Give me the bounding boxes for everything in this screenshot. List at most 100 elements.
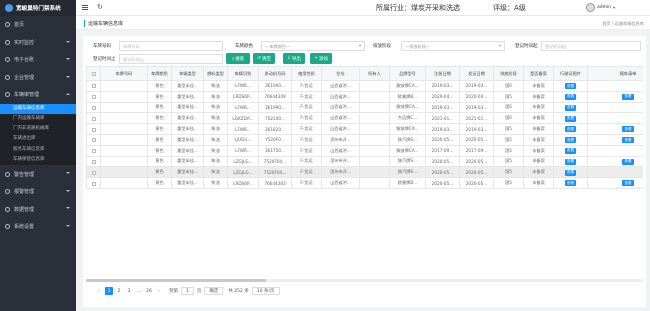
view-button[interactable]: 查看 bbox=[622, 180, 634, 187]
view-button[interactable]: 查看 bbox=[564, 126, 577, 133]
goto-unit: 页 bbox=[196, 289, 202, 294]
hamburger-icon[interactable] bbox=[82, 5, 88, 10]
row-checkbox-cell[interactable] bbox=[86, 144, 101, 157]
submenu-item[interactable]: 车辆保管信息库 bbox=[0, 155, 76, 165]
view-button[interactable]: 查看 bbox=[564, 137, 577, 144]
table-row[interactable]: 黄色 重型半挂... 柴油 LRDS6P... 76644349 F-货运 山西省洪... 欧… bbox=[86, 90, 643, 103]
checkbox[interactable] bbox=[91, 105, 96, 110]
submenu-item[interactable]: 厂内运输车辆库 bbox=[0, 114, 76, 124]
checkbox[interactable] bbox=[91, 95, 96, 100]
reg-end-input[interactable]: 登记时间止 bbox=[119, 53, 223, 64]
page-number-button[interactable]: 3 bbox=[125, 287, 133, 295]
checkbox[interactable] bbox=[91, 138, 96, 143]
export-button[interactable]: ⇩ 导出 bbox=[283, 53, 305, 64]
table-row[interactable]: 黄色 重型半挂... 柴油 LFWR... 361750... F-货运 山西省洪... 解放… bbox=[86, 144, 643, 157]
table-row[interactable]: 黄色 重型半挂... 柴油 LFWR... 361820... F-货运 山西省洪... 解放… bbox=[86, 123, 643, 135]
table-row[interactable]: 黄色 重型半挂... 柴油 LJUGU... Y520F0... F-货运 滨州市开... 陕… bbox=[86, 133, 643, 146]
row-checkbox-cell[interactable] bbox=[86, 177, 101, 189]
select-all-checkbox[interactable] bbox=[86, 66, 101, 81]
checkbox[interactable] bbox=[91, 159, 96, 164]
sidebar-item-5[interactable]: 警告管理 bbox=[0, 165, 76, 183]
submenu-item[interactable]: 车辆进出库 bbox=[0, 134, 76, 144]
page-number-button[interactable]: 1 bbox=[105, 287, 113, 295]
view-button[interactable]: 查看 bbox=[564, 93, 577, 100]
page-number-button[interactable]: ... bbox=[135, 287, 143, 295]
table-row[interactable]: 黄色 重型半挂... 柴油 LRDS6P... 76644383 F-货运 山西省洪... 欧… bbox=[86, 177, 643, 189]
truck-icon bbox=[5, 92, 10, 98]
cell-stage: 国5 bbox=[493, 101, 524, 114]
reg-start-input[interactable]: 登记时间起 bbox=[541, 40, 641, 51]
stage-select[interactable]: —排放阶段— bbox=[401, 40, 505, 51]
checkbox[interactable] bbox=[91, 127, 96, 132]
plate-input[interactable]: 车牌号码 bbox=[119, 40, 223, 51]
row-checkbox-cell[interactable] bbox=[86, 80, 101, 92]
view-button[interactable]: 查看 bbox=[622, 137, 634, 144]
scrollbar-thumb[interactable] bbox=[86, 279, 266, 282]
column-header: 注册日期 bbox=[425, 66, 460, 81]
sidebar-item-3[interactable]: 企业管理 bbox=[0, 69, 76, 87]
row-checkbox-cell[interactable] bbox=[86, 155, 101, 168]
cell-filed: 未备案 bbox=[523, 155, 554, 168]
table-row[interactable]: 黄色 重型半挂... 柴油 LFWR... 361940... F-货运 山西省洪... 解放… bbox=[86, 80, 643, 92]
checkbox[interactable] bbox=[91, 116, 96, 121]
view-button[interactable]: 查看 bbox=[622, 158, 634, 165]
settings-icon bbox=[5, 224, 10, 230]
cell-owner bbox=[359, 133, 390, 146]
sidebar-item-0[interactable]: 首页 bbox=[0, 16, 76, 34]
table-row[interactable]: 黄色 重型半挂... 柴油 LZGJLG... 7520F04... F-货运 滨州市开..… bbox=[86, 166, 643, 179]
view-button[interactable]: 查看 bbox=[622, 93, 634, 100]
view-button[interactable]: 查看 bbox=[564, 158, 577, 165]
view-button[interactable]: 查看 bbox=[564, 83, 577, 90]
user-name[interactable]: admin bbox=[597, 5, 611, 10]
sidebar-item-label: 首页 bbox=[14, 22, 25, 29]
checkbox[interactable] bbox=[91, 72, 96, 76]
view-button[interactable]: 查看 bbox=[564, 115, 577, 122]
search-button[interactable]: ⌕ 搜索 bbox=[226, 53, 250, 64]
row-checkbox-cell[interactable] bbox=[86, 166, 101, 179]
sidebar-item-7[interactable]: 数据管理 bbox=[0, 200, 76, 218]
submenu-item[interactable]: 运输车辆信息库 bbox=[0, 103, 76, 114]
table-row[interactable]: 黄色 重型半挂... 柴油 LZGJLG... 7520F04... F-货运 滨州市开..… bbox=[86, 155, 643, 168]
horizontal-scrollbar[interactable] bbox=[86, 279, 643, 282]
row-checkbox-cell[interactable] bbox=[86, 101, 101, 114]
table-row[interactable]: 黄色 重型半挂... 柴油 LFWR... 361990... F-货运 山西省洪... 解放… bbox=[86, 101, 643, 114]
goto-confirm-button[interactable]: 确定 bbox=[204, 287, 224, 295]
view-button[interactable]: 查看 bbox=[564, 147, 577, 154]
view-button[interactable]: 查看 bbox=[622, 126, 634, 133]
view-button[interactable]: 查看 bbox=[564, 169, 577, 176]
checkbox[interactable] bbox=[91, 181, 96, 186]
avatar[interactable] bbox=[586, 3, 595, 12]
sidebar-item-8[interactable]: 系统设置 bbox=[0, 218, 76, 236]
checkbox[interactable] bbox=[91, 84, 96, 89]
table-row[interactable]: 黄色 重型半挂... 柴油 LGKZDA... 752140... F-货运 山西省洪...… bbox=[86, 112, 643, 125]
view-button[interactable]: 查看 bbox=[564, 180, 577, 187]
row-checkbox-cell[interactable] bbox=[86, 133, 101, 146]
page-size-select[interactable]: 10 条/页 bbox=[251, 287, 280, 295]
prev-page-button[interactable]: ‹ bbox=[95, 287, 103, 295]
sidebar-item-4[interactable]: 车辆审管理 bbox=[0, 86, 76, 104]
submenu-item[interactable]: 厂内非道路机械库 bbox=[0, 124, 76, 134]
chevron-down-icon[interactable] bbox=[613, 7, 615, 9]
vehicle-table: 车牌号码 车牌颜色 车辆类型 燃料类型 车辆识别 发动机号码 使用性质 住址 所有人 品牌型号 注册… bbox=[86, 66, 643, 286]
sidebar-item-1[interactable]: 实时监控 bbox=[0, 34, 76, 52]
next-page-button[interactable]: › bbox=[155, 287, 163, 295]
add-button[interactable]: + 添加 bbox=[310, 53, 332, 64]
row-checkbox-cell[interactable] bbox=[86, 112, 101, 125]
checkbox[interactable] bbox=[91, 170, 96, 175]
cell-addr: 山西省洪... bbox=[321, 177, 360, 189]
row-checkbox-cell[interactable] bbox=[86, 123, 101, 135]
checkbox[interactable] bbox=[91, 149, 96, 154]
sidebar-item-2[interactable]: 电子台账 bbox=[0, 51, 76, 69]
page-number-button[interactable]: 26 bbox=[145, 287, 153, 295]
refresh-icon[interactable]: ↻ bbox=[97, 3, 103, 11]
page-number-button[interactable]: 2 bbox=[115, 287, 123, 295]
cell-filed: 未备案 bbox=[523, 123, 554, 135]
view-button[interactable]: 查看 bbox=[564, 104, 577, 111]
submenu-item[interactable]: 服务车辆信息库 bbox=[0, 145, 76, 155]
sidebar-item-6[interactable]: 报警管理 bbox=[0, 183, 76, 201]
reset-button[interactable]: ↺ 清空 bbox=[253, 53, 275, 64]
color-select[interactable]: —车牌颜色— bbox=[261, 40, 365, 51]
row-checkbox-cell[interactable] bbox=[86, 90, 101, 103]
goto-page-input[interactable]: 1 bbox=[181, 287, 194, 295]
tab-vehicle-info[interactable]: 运输车辆信息库 bbox=[84, 20, 123, 27]
